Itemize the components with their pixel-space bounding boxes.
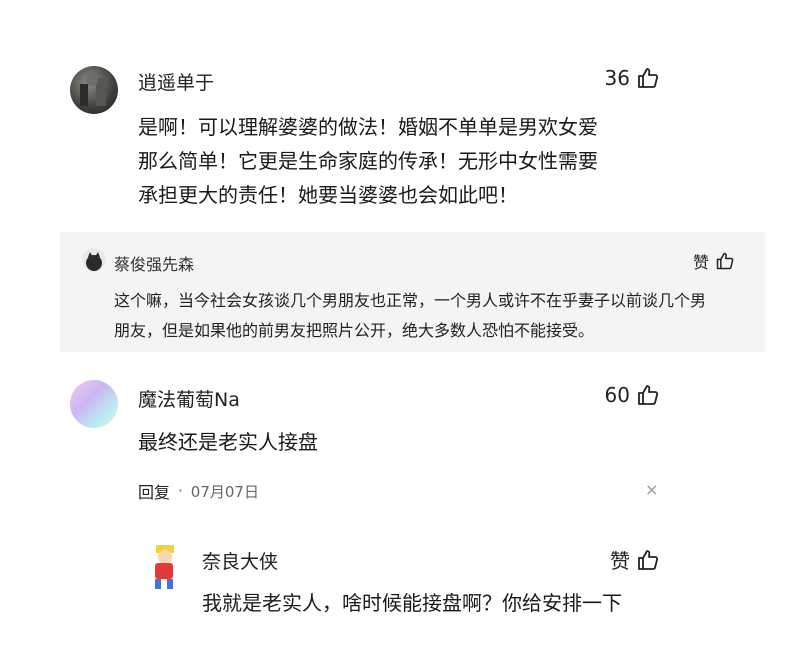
close-icon[interactable]: ×: [645, 480, 658, 499]
comment-text: 最终还是老实人接盘: [138, 430, 318, 454]
meta-separator: ·: [178, 482, 183, 500]
reply-text: 我就是老实人，啥时候能接盘啊？你给安排一下: [202, 591, 622, 615]
like-button[interactable]: 60: [605, 383, 660, 407]
like-count: 60: [604, 383, 630, 407]
like-button[interactable]: 36: [605, 66, 660, 90]
thumbs-up-icon: [636, 383, 660, 407]
like-label: 赞: [610, 549, 630, 573]
reply-box: 蔡俊强先森 赞 这个嘛，当今社会女孩谈几个男朋友也正常，一个男人或许不在乎妻子以…: [60, 232, 765, 352]
reply-text-line: 朋友，但是如果他的前男友把照片公开，绝大多数人恐怕不能接受。: [114, 321, 595, 340]
thumbs-up-icon: [715, 251, 735, 271]
reply-username[interactable]: 蔡俊强先森: [114, 251, 194, 275]
reply-username[interactable]: 奈良大侠: [202, 547, 278, 574]
like-count: 36: [604, 66, 630, 90]
comment-text-line: 是啊！可以理解婆婆的做法！婚姻不单单是男欢女爱: [138, 115, 598, 139]
cat-avatar-icon: [86, 252, 102, 271]
comment-text-line: 那么简单！它更是生命家庭的传承！无形中女性需要: [138, 149, 598, 173]
reply-like-button[interactable]: 赞: [610, 545, 660, 574]
avatar[interactable]: [70, 66, 118, 114]
reply-avatar[interactable]: [146, 543, 182, 591]
comment-meta: 回复 · 07月07日: [138, 479, 259, 503]
like-label: 赞: [692, 253, 709, 272]
cartoon-avatar-icon: [155, 545, 174, 589]
comment-username[interactable]: 魔法葡萄Na: [138, 385, 240, 412]
comment-text: 是啊！可以理解婆婆的做法！婚姻不单单是男欢女爱 那么简单！它更是生命家庭的传承！…: [138, 110, 698, 212]
comment-date: 07月07日: [190, 482, 259, 501]
reply-button[interactable]: 回复: [138, 479, 170, 503]
reply-like-button[interactable]: 赞: [693, 249, 735, 273]
avatar[interactable]: [70, 380, 118, 428]
reply-avatar[interactable]: [82, 248, 106, 272]
avatar-photo: [80, 74, 106, 106]
thumbs-up-icon: [636, 66, 660, 90]
comment-text-line: 承担更大的责任！她要当婆婆也会如此吧！: [138, 183, 518, 207]
comment-username[interactable]: 逍遥单于: [138, 68, 214, 95]
reply-text: 这个嘛，当今社会女孩谈几个男朋友也正常，一个男人或许不在乎妻子以前谈几个男 朋友…: [114, 286, 744, 346]
reply-text-line: 这个嘛，当今社会女孩谈几个男朋友也正常，一个男人或许不在乎妻子以前谈几个男: [114, 291, 707, 310]
thumbs-up-icon: [636, 548, 660, 572]
